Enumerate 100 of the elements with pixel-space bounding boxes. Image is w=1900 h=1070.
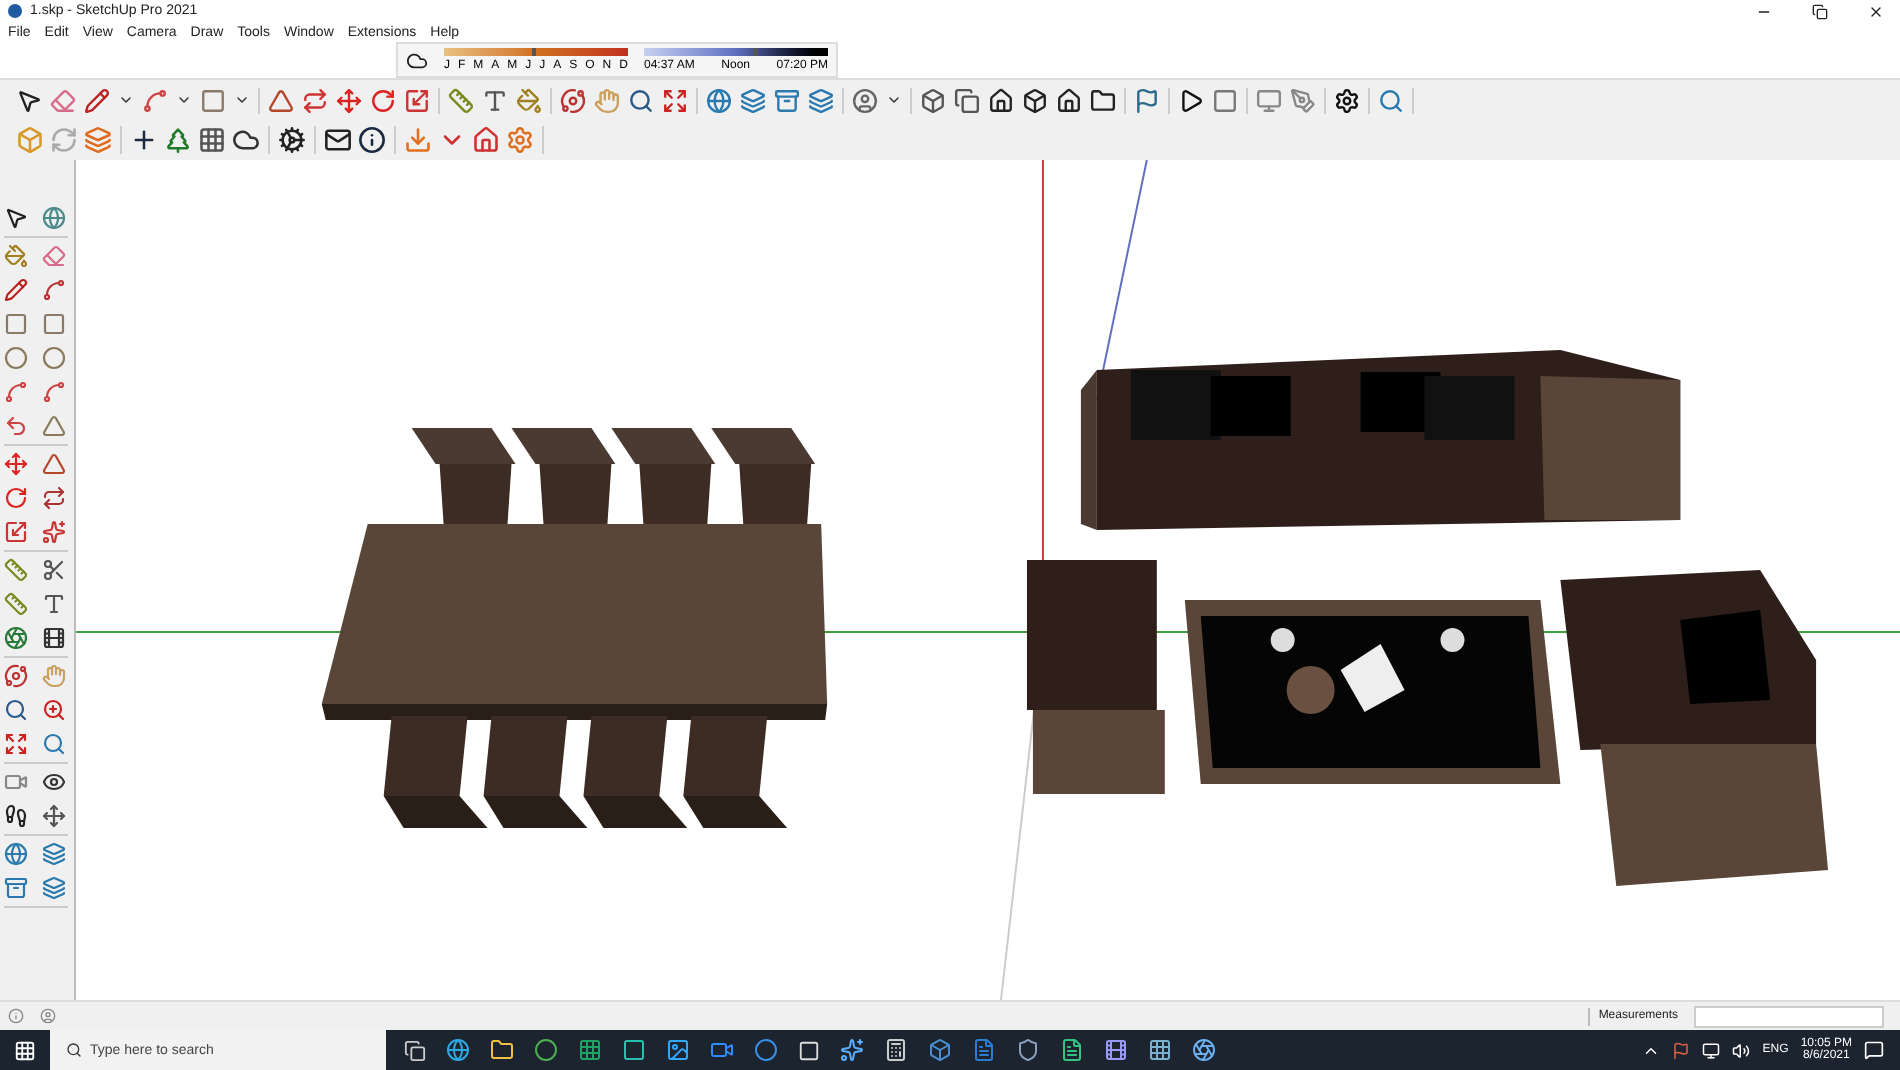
spreadsheet-icon[interactable] xyxy=(578,1038,602,1062)
circle-icon[interactable] xyxy=(754,1038,778,1062)
calculator-icon[interactable] xyxy=(884,1038,908,1062)
caret-icon[interactable] xyxy=(176,92,192,108)
zoom-extents-icon[interactable] xyxy=(4,732,28,756)
ring-icon[interactable] xyxy=(534,1038,558,1062)
gears-icon[interactable] xyxy=(278,126,306,154)
settings-icon[interactable] xyxy=(1334,87,1360,113)
layers-icon[interactable] xyxy=(41,842,65,866)
box-icon[interactable] xyxy=(1022,87,1048,113)
document-icon[interactable] xyxy=(1060,1038,1084,1062)
square-icon[interactable] xyxy=(798,1039,820,1061)
layers-icon[interactable] xyxy=(808,87,834,113)
house-icon[interactable] xyxy=(988,87,1014,113)
search-icon[interactable] xyxy=(4,698,28,722)
volume-icon[interactable] xyxy=(1732,1041,1751,1059)
model-viewport[interactable] xyxy=(74,160,1900,1000)
flag-icon[interactable] xyxy=(1672,1041,1691,1059)
measurements-field[interactable] xyxy=(1694,1005,1884,1027)
document-icon[interactable] xyxy=(972,1038,996,1062)
grid-icon[interactable] xyxy=(198,126,226,154)
slider-thumb[interactable] xyxy=(754,47,759,55)
eraser-icon[interactable] xyxy=(50,87,76,113)
move-icon[interactable] xyxy=(41,804,65,828)
globe-icon[interactable] xyxy=(41,206,65,230)
eye-icon[interactable] xyxy=(41,770,65,794)
pencil-icon[interactable] xyxy=(4,278,28,302)
caret-icon[interactable] xyxy=(234,92,250,108)
plus-icon[interactable] xyxy=(130,126,158,154)
paint-bucket-icon[interactable] xyxy=(516,87,542,113)
layers-icon[interactable] xyxy=(740,87,766,113)
box-icon[interactable] xyxy=(920,87,946,113)
rotate-icon[interactable] xyxy=(370,87,396,113)
text-icon[interactable] xyxy=(41,592,65,616)
layers-icon[interactable] xyxy=(41,876,65,900)
shield-icon[interactable] xyxy=(1016,1038,1040,1062)
caret-icon[interactable] xyxy=(118,92,134,108)
slider-thumb[interactable] xyxy=(532,47,537,55)
pen-icon[interactable] xyxy=(1290,87,1316,113)
stack-icon[interactable] xyxy=(774,87,800,113)
zoom-extents-icon[interactable] xyxy=(662,87,688,113)
restore-icon[interactable] xyxy=(1812,3,1828,19)
flag-icon[interactable] xyxy=(1134,87,1160,113)
user-icon[interactable] xyxy=(852,87,878,113)
rectangle-icon[interactable] xyxy=(200,87,226,113)
orbit-icon[interactable] xyxy=(4,664,28,688)
grid-icon[interactable] xyxy=(1148,1038,1172,1062)
search-icon[interactable] xyxy=(628,87,654,113)
shadow-icon[interactable] xyxy=(406,49,428,71)
network-icon[interactable] xyxy=(1702,1041,1721,1059)
search-icon[interactable] xyxy=(41,732,65,756)
paint-bucket-icon[interactable] xyxy=(4,244,28,268)
folder-icon[interactable] xyxy=(1090,87,1116,113)
notifications-icon[interactable] xyxy=(1864,1040,1884,1060)
camera-icon[interactable] xyxy=(4,770,28,794)
date-slider[interactable] xyxy=(444,47,628,55)
tree-icon[interactable] xyxy=(164,126,192,154)
footprints-icon[interactable] xyxy=(4,804,28,828)
move-icon[interactable] xyxy=(4,452,28,476)
rectangle-icon[interactable] xyxy=(41,312,65,336)
search-icon[interactable] xyxy=(1378,87,1404,113)
orbit-icon[interactable] xyxy=(560,87,586,113)
stack-icon[interactable] xyxy=(4,876,28,900)
cloud-icon[interactable] xyxy=(232,126,260,154)
globe-icon[interactable] xyxy=(4,842,28,866)
video-icon[interactable] xyxy=(710,1038,734,1062)
scale-icon[interactable] xyxy=(404,87,430,113)
select-icon[interactable] xyxy=(4,206,28,230)
eraser-icon[interactable] xyxy=(41,244,65,268)
stop-icon[interactable] xyxy=(1212,87,1238,113)
circle-icon[interactable] xyxy=(41,346,65,370)
select-icon[interactable] xyxy=(16,87,42,113)
download-icon[interactable] xyxy=(404,126,432,154)
sparkle-icon[interactable] xyxy=(840,1038,864,1062)
pencil-icon[interactable] xyxy=(84,87,110,113)
move-icon[interactable] xyxy=(336,87,362,113)
rectangle-icon[interactable] xyxy=(4,312,28,336)
start-icon[interactable] xyxy=(14,1039,36,1061)
monitor-icon[interactable] xyxy=(1256,87,1282,113)
globe-icon[interactable] xyxy=(446,1038,470,1062)
film-icon[interactable] xyxy=(1104,1038,1128,1062)
rotate-icon[interactable] xyxy=(4,486,28,510)
layers-icon[interactable] xyxy=(84,126,112,154)
user-icon[interactable] xyxy=(40,1008,56,1024)
aperture-icon[interactable] xyxy=(1192,1038,1216,1062)
circle-icon[interactable] xyxy=(4,346,28,370)
mail-icon[interactable] xyxy=(324,126,352,154)
pages-icon[interactable] xyxy=(954,87,980,113)
task-view-icon[interactable] xyxy=(404,1039,426,1061)
zoom-window-icon[interactable] xyxy=(41,698,65,722)
text-icon[interactable] xyxy=(482,87,508,113)
caret-icon[interactable] xyxy=(886,92,902,108)
info-icon[interactable] xyxy=(358,126,386,154)
time-slider[interactable] xyxy=(644,47,828,55)
close-icon[interactable] xyxy=(1868,3,1884,19)
image-tile-icon[interactable] xyxy=(666,1038,690,1062)
scale-icon[interactable] xyxy=(4,520,28,544)
house-icon[interactable] xyxy=(1056,87,1082,113)
globe-icon[interactable] xyxy=(706,87,732,113)
play-icon[interactable] xyxy=(1178,87,1204,113)
